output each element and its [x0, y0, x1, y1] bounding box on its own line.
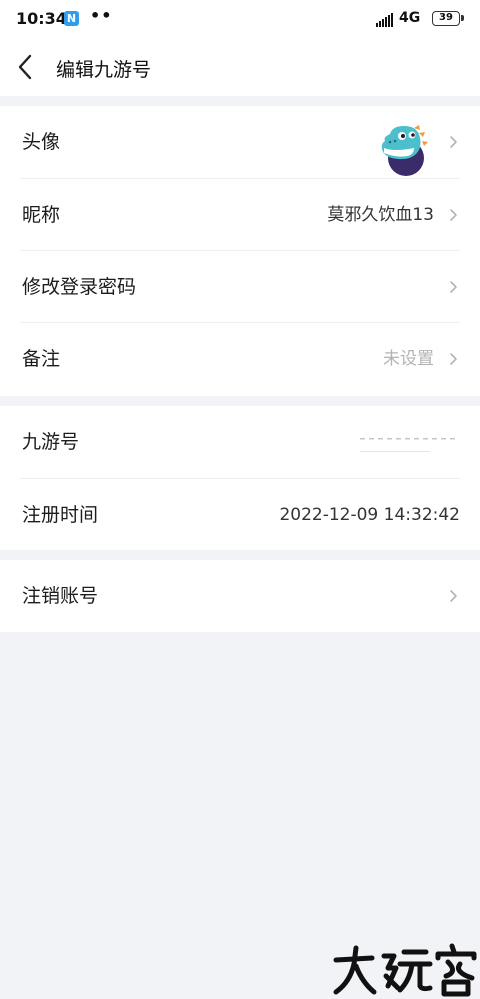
change-password-row[interactable]: 修改登录密码 [20, 250, 460, 322]
nickname-row[interactable]: 昵称 莫邪久饮血13 [20, 178, 460, 250]
chevron-right-icon [450, 281, 457, 293]
cancel-account-label: 注销账号 [22, 585, 99, 607]
app-notification-icon: N [64, 11, 79, 26]
register-time-value: 2022-12-09 14:32:42 [279, 505, 460, 525]
back-arrow-icon[interactable] [12, 50, 42, 84]
profile-card: 头像 昵称 莫邪久饮血13 修改登录密码 备注 未设置 [0, 106, 480, 396]
chevron-right-icon [450, 590, 457, 602]
avatar[interactable] [378, 120, 434, 176]
nav-header: 编辑九游号 [0, 38, 480, 96]
more-notifications-icon: •• [90, 6, 113, 25]
avatar-row[interactable]: 头像 [20, 106, 460, 178]
account-id-row: 九游号 [20, 406, 460, 478]
masked-account-id [360, 438, 455, 452]
chevron-right-icon [450, 136, 457, 148]
cellular-signal-icon [376, 13, 393, 27]
remark-value: 未设置 [383, 349, 434, 369]
battery-level: 39 [439, 12, 453, 23]
cancel-account-card: 注销账号 [0, 560, 480, 632]
cancel-account-row[interactable]: 注销账号 [20, 560, 460, 632]
page-title: 编辑九游号 [56, 59, 152, 81]
status-bar: 10:34 N •• 4G 39 [0, 0, 480, 38]
register-time-row: 注册时间 2022-12-09 14:32:42 [20, 478, 460, 550]
battery-icon: 39 [432, 11, 464, 26]
nickname-value: 莫邪久饮血13 [327, 205, 434, 225]
watermark-logo [333, 943, 477, 997]
remark-row[interactable]: 备注 未设置 [20, 322, 460, 394]
avatar-label: 头像 [22, 131, 61, 153]
register-time-label: 注册时间 [22, 504, 99, 526]
nickname-label: 昵称 [22, 204, 61, 226]
network-type: 4G [399, 10, 421, 26]
chevron-right-icon [450, 353, 457, 365]
status-time: 10:34 [16, 9, 67, 28]
account-card: 九游号 注册时间 2022-12-09 14:32:42 [0, 406, 480, 550]
remark-label: 备注 [22, 348, 61, 370]
account-id-label: 九游号 [22, 431, 80, 453]
change-password-label: 修改登录密码 [22, 276, 137, 298]
chevron-right-icon [450, 209, 457, 221]
